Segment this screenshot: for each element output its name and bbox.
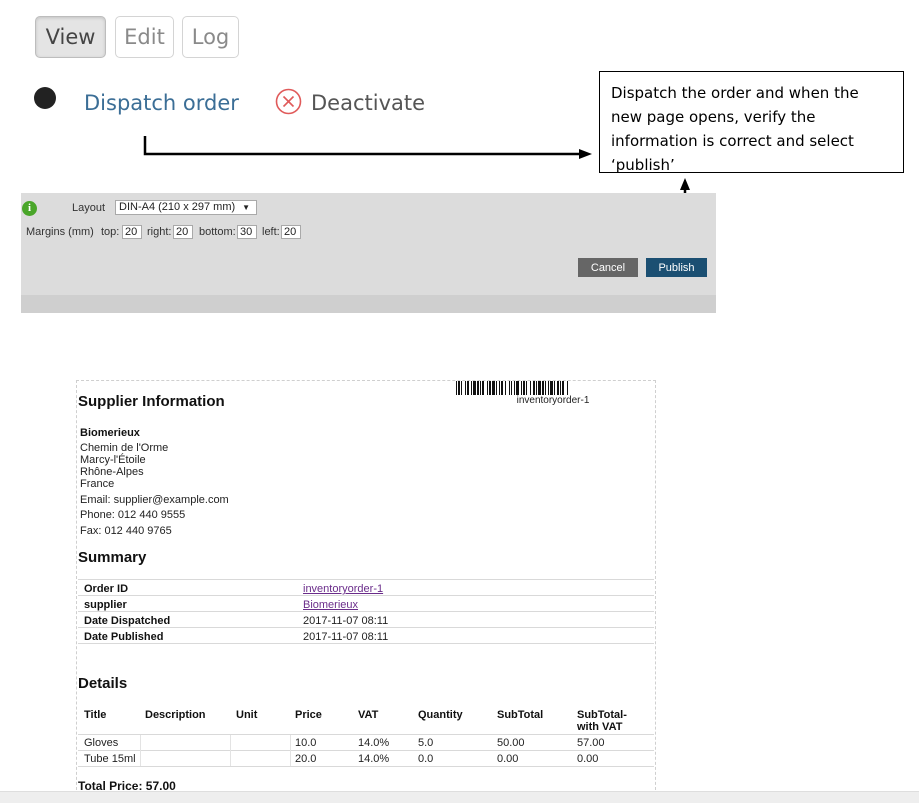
- margins-label: Margins (mm): [26, 226, 94, 238]
- summary-label-supplier: supplier: [84, 599, 127, 611]
- column-divider: [290, 735, 291, 766]
- barcode-caption: inventoryorder-1: [516, 395, 590, 406]
- summary-rule: [78, 595, 654, 596]
- table-cell: 0.00: [497, 753, 519, 765]
- column-header: SubTotal: [497, 709, 544, 721]
- column-header: SubTotal- with VAT: [577, 709, 627, 733]
- table-cell: 20.0: [295, 753, 317, 765]
- supplier-address-line: Marcy-l'Étoile: [80, 454, 146, 466]
- summary-heading: Summary: [78, 549, 147, 566]
- supplier-email: Email: supplier@example.com: [80, 494, 229, 506]
- instruction-callout: Dispatch the order and when the new page…: [599, 71, 904, 174]
- layout-label: Layout: [72, 202, 106, 214]
- table-cell: 0.0: [418, 753, 434, 765]
- margin-top-input[interactable]: 20: [122, 225, 142, 239]
- details-rule: [78, 766, 654, 767]
- margin-bottom-label: bottom:: [199, 226, 236, 238]
- summary-rule: [78, 643, 654, 644]
- table-cell: 10.0: [295, 737, 317, 749]
- summary-rule: [78, 611, 654, 612]
- summary-rule: [78, 627, 654, 628]
- table-cell: Gloves: [84, 737, 119, 749]
- margin-left-input[interactable]: 20: [281, 225, 301, 239]
- date-dispatched-value: 2017-11-07 08:11: [303, 615, 389, 627]
- layout-select[interactable]: DIN-A4 (210 x 297 mm) ▼: [115, 200, 257, 215]
- column-header: Quantity: [418, 709, 463, 721]
- order-id-link[interactable]: inventoryorder-1: [303, 583, 383, 595]
- supplier-name: Biomerieux: [80, 427, 140, 439]
- margin-right-label: right:: [147, 226, 172, 238]
- details-rule: [78, 734, 654, 735]
- summary-rule: [78, 579, 654, 580]
- layout-select-value: DIN-A4 (210 x 297 mm): [119, 201, 236, 213]
- table-cell: 14.0%: [358, 753, 390, 765]
- page-bottom-strip: [0, 791, 919, 803]
- print-settings-footer: [21, 295, 716, 313]
- table-cell: 50.00: [497, 737, 525, 749]
- supplier-address-line: Chemin de l'Orme: [80, 442, 169, 454]
- margin-left-label: left:: [262, 226, 280, 238]
- supplier-link[interactable]: Biomerieux: [303, 599, 358, 611]
- chevron-down-icon: ▼: [242, 203, 250, 212]
- column-header: Description: [145, 709, 206, 721]
- margin-bottom-input[interactable]: 30: [237, 225, 257, 239]
- table-cell: Tube 15ml: [84, 753, 136, 765]
- publish-button[interactable]: Publish: [646, 258, 707, 277]
- barcode-image: [456, 381, 568, 395]
- summary-label-order-id: Order ID: [84, 583, 129, 595]
- column-header: Title: [84, 709, 107, 721]
- column-header: VAT: [358, 709, 379, 721]
- info-icon[interactable]: i: [22, 201, 37, 216]
- cancel-button[interactable]: Cancel: [578, 258, 638, 277]
- supplier-heading: Supplier Information: [78, 393, 225, 410]
- supplier-fax: Fax: 012 440 9765: [80, 525, 172, 537]
- column-divider: [230, 735, 231, 766]
- supplier-phone: Phone: 012 440 9555: [80, 509, 186, 521]
- margin-right-input[interactable]: 20: [173, 225, 193, 239]
- table-cell: 0.00: [577, 753, 599, 765]
- table-cell: 5.0: [418, 737, 434, 749]
- supplier-address-line: France: [80, 478, 115, 490]
- table-cell: 57.00: [577, 737, 605, 749]
- margin-top-label: top:: [101, 226, 120, 238]
- date-published-value: 2017-11-07 08:11: [303, 631, 389, 643]
- summary-label-date-dispatched: Date Dispatched: [84, 615, 171, 627]
- table-cell: 14.0%: [358, 737, 390, 749]
- column-header: Price: [295, 709, 322, 721]
- details-heading: Details: [78, 675, 128, 692]
- supplier-address-line: Rhône-Alpes: [80, 466, 144, 478]
- details-rule: [78, 750, 654, 751]
- column-divider: [140, 735, 141, 766]
- column-header: Unit: [236, 709, 258, 721]
- summary-label-date-published: Date Published: [84, 631, 164, 643]
